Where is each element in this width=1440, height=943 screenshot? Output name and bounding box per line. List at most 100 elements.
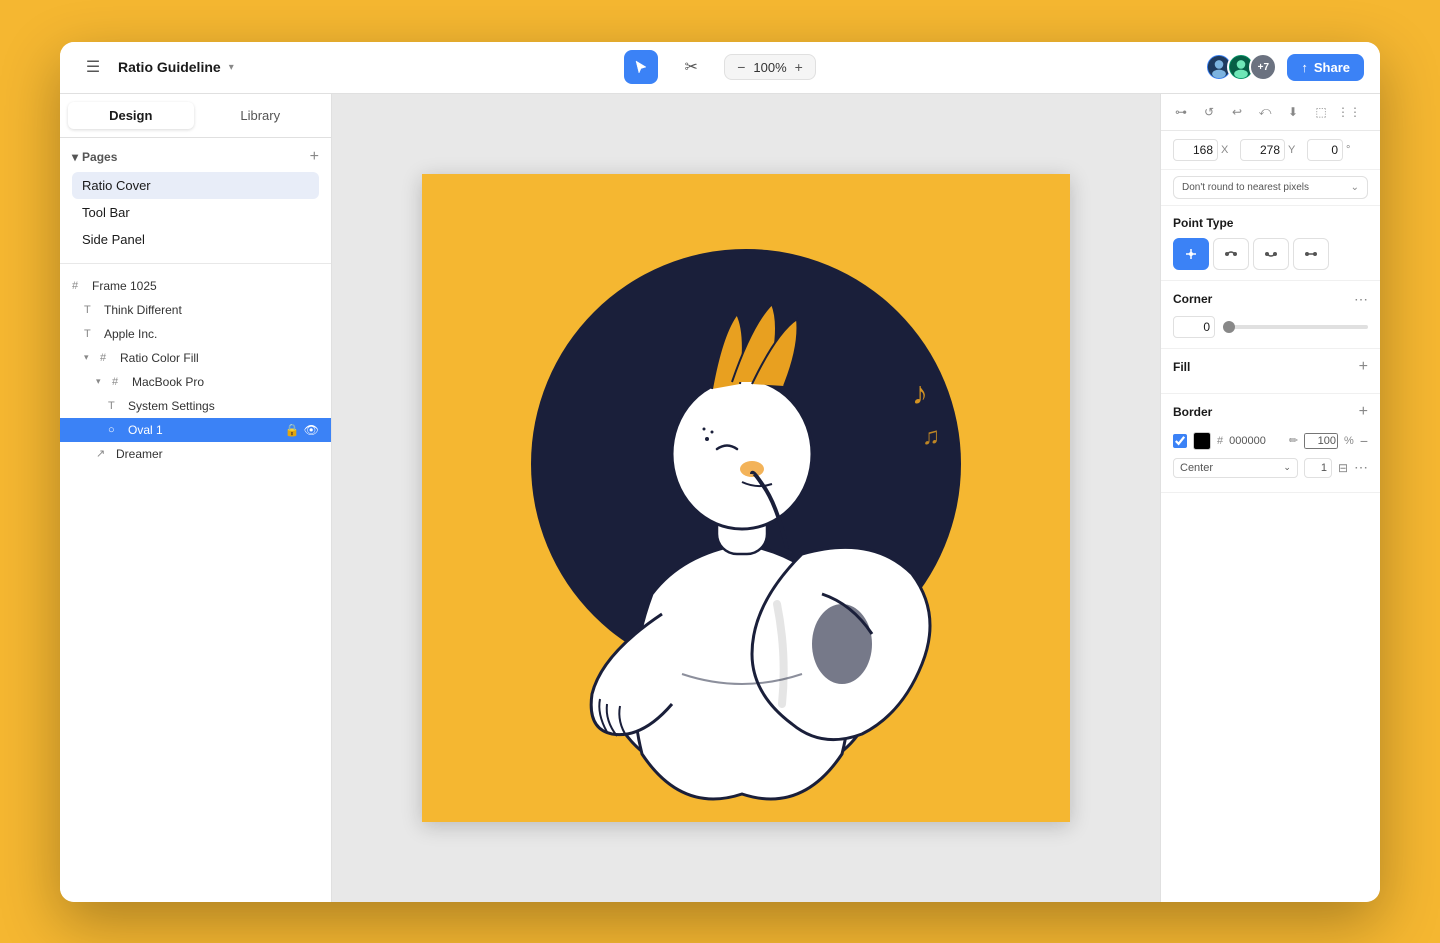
edit-icon[interactable]: ✏ [1289, 434, 1298, 447]
scissors-tool-button[interactable]: ✂ [674, 50, 708, 84]
tab-library[interactable]: Library [198, 102, 324, 129]
border-row-1: # 000000 ✏ % − [1173, 428, 1368, 454]
fill-add-button[interactable]: + [1359, 359, 1368, 375]
border-enabled-checkbox[interactable] [1173, 434, 1187, 448]
percent-symbol: % [1344, 435, 1354, 447]
title-bar-left: ☰ Ratio Guideline ▾ [76, 50, 276, 84]
layer-system-settings[interactable]: T System Settings [60, 394, 331, 418]
x-field: X [1173, 139, 1234, 161]
pages-section: ▾ Pages + Ratio Cover Tool Bar Side Pane… [60, 138, 331, 264]
corner-header: Corner ⋯ [1173, 291, 1368, 308]
share-icon: ↑ [1301, 60, 1308, 75]
menu-button[interactable]: ☰ [76, 50, 110, 84]
prop-tool-3[interactable]: ↩ [1225, 100, 1249, 124]
layer-ratio-color-fill[interactable]: ▾ # Ratio Color Fill [60, 346, 331, 370]
title-bar-right: +7 ↑ Share [1164, 53, 1364, 81]
illustration-svg: ♪ ♫ [422, 174, 1070, 822]
corner-section: Corner ⋯ [1161, 281, 1380, 349]
y-input[interactable] [1240, 139, 1285, 161]
chevron-down-icon: ▾ [229, 62, 234, 73]
border-section: Border + # 000000 ✏ % − Center [1161, 394, 1380, 493]
right-panel: ⊶ ↺ ↩ ⤺ ⬇ ⬚ ⋮⋮ X Y ° [1160, 94, 1380, 902]
layers-section: # Frame 1025 T Think Different T Apple I… [60, 264, 331, 902]
border-add-button[interactable]: + [1359, 404, 1368, 420]
app-window: ☰ Ratio Guideline ▾ ✂ − 100% + [60, 42, 1380, 902]
lock-icon: 🔒 [285, 423, 300, 437]
corner-more-button[interactable]: ⋯ [1354, 291, 1368, 308]
page-item-ratio-cover[interactable]: Ratio Cover [72, 172, 319, 199]
border-position-select[interactable]: Center ⌄ [1173, 458, 1298, 478]
fill-header: Fill + [1173, 359, 1368, 375]
prop-tool-7[interactable]: ⋮⋮ [1337, 100, 1361, 124]
text-icon: T [84, 304, 98, 316]
properties-toolbar: ⊶ ↺ ↩ ⤺ ⬇ ⬚ ⋮⋮ [1161, 94, 1380, 131]
frame-icon: # [72, 280, 86, 292]
expand-icon: ▾ [96, 376, 106, 387]
share-button[interactable]: ↑ Share [1287, 54, 1364, 81]
left-panel: Design Library ▾ Pages + Ratio Cover Too… [60, 94, 332, 902]
fill-title: Fill [1173, 360, 1190, 374]
r-input[interactable] [1307, 139, 1343, 161]
point-type-section: Point Type [1161, 206, 1380, 281]
pt-btn-3[interactable] [1253, 238, 1289, 270]
degree-symbol: ° [1346, 144, 1350, 156]
panel-tabs: Design Library [60, 94, 331, 138]
y-label: Y [1288, 144, 1298, 156]
border-width-input[interactable] [1304, 458, 1332, 478]
zoom-control: − 100% + [724, 54, 816, 80]
section-header: ▾ Pages + [72, 148, 319, 166]
layer-think-different[interactable]: T Think Different [60, 298, 331, 322]
prop-tool-1[interactable]: ⊶ [1169, 100, 1193, 124]
page-item-side-panel[interactable]: Side Panel [72, 226, 319, 253]
border-opacity-input[interactable] [1304, 433, 1338, 449]
zoom-in-button[interactable]: + [793, 59, 805, 75]
layer-apple-inc[interactable]: T Apple Inc. [60, 322, 331, 346]
page-item-tool-bar[interactable]: Tool Bar [72, 199, 319, 226]
corner-input[interactable] [1173, 316, 1215, 338]
x-input[interactable] [1173, 139, 1218, 161]
prop-tool-4[interactable]: ⤺ [1253, 100, 1277, 124]
avatar-group: +7 [1205, 53, 1277, 81]
border-header: Border + [1173, 404, 1368, 420]
layer-actions: 🔒 👁 [285, 423, 319, 437]
pt-btn-1[interactable] [1173, 238, 1209, 270]
layer-macbook-pro[interactable]: ▾ # MacBook Pro [60, 370, 331, 394]
expand-icon: ▾ [84, 352, 94, 363]
border-options-button[interactable]: ⋯ [1354, 459, 1368, 476]
oval-icon: ○ [108, 424, 122, 436]
r-field: ° [1307, 139, 1368, 161]
prop-tool-5[interactable]: ⬇ [1281, 100, 1305, 124]
chevron-icon: ⌄ [1351, 182, 1359, 193]
prop-tool-6[interactable]: ⬚ [1309, 100, 1333, 124]
prop-tool-2[interactable]: ↺ [1197, 100, 1221, 124]
fill-section: Fill + [1161, 349, 1380, 394]
layer-dreamer[interactable]: ↗ Dreamer [60, 442, 331, 466]
title-bar: ☰ Ratio Guideline ▾ ✂ − 100% + [60, 42, 1380, 94]
layer-frame-1025[interactable]: # Frame 1025 [60, 274, 331, 298]
pages-section-title: ▾ Pages [72, 150, 117, 164]
chevron-icon: ⌄ [1283, 462, 1291, 473]
border-color-swatch[interactable] [1193, 432, 1211, 450]
layer-oval-1[interactable]: ○ Oval 1 🔒 👁 [60, 418, 331, 442]
stroke-style-icon: ⊟ [1338, 461, 1348, 475]
pointer-tool-button[interactable] [624, 50, 658, 84]
hash-symbol: # [1217, 435, 1223, 447]
coordinates-row: X Y ° [1161, 131, 1380, 170]
avatar-count: +7 [1249, 53, 1277, 81]
add-page-button[interactable]: + [310, 148, 319, 166]
chevron-pages-icon: ▾ [72, 150, 78, 164]
tab-design[interactable]: Design [68, 102, 194, 129]
border-remove-button[interactable]: − [1360, 433, 1368, 449]
svg-text:♫: ♫ [922, 423, 940, 450]
canvas-frame: ♪ ♫ [422, 174, 1070, 822]
pt-btn-2[interactable] [1213, 238, 1249, 270]
corner-slider[interactable] [1223, 325, 1368, 329]
zoom-out-button[interactable]: − [735, 59, 747, 75]
pixel-round-selector[interactable]: Don't round to nearest pixels ⌄ [1173, 176, 1368, 199]
svg-text:♪: ♪ [912, 375, 928, 411]
x-label: X [1221, 144, 1231, 156]
canvas-area[interactable]: ♪ ♫ [332, 94, 1160, 902]
app-title: Ratio Guideline [118, 59, 221, 75]
frame-icon: # [100, 352, 114, 364]
pt-btn-4[interactable] [1293, 238, 1329, 270]
